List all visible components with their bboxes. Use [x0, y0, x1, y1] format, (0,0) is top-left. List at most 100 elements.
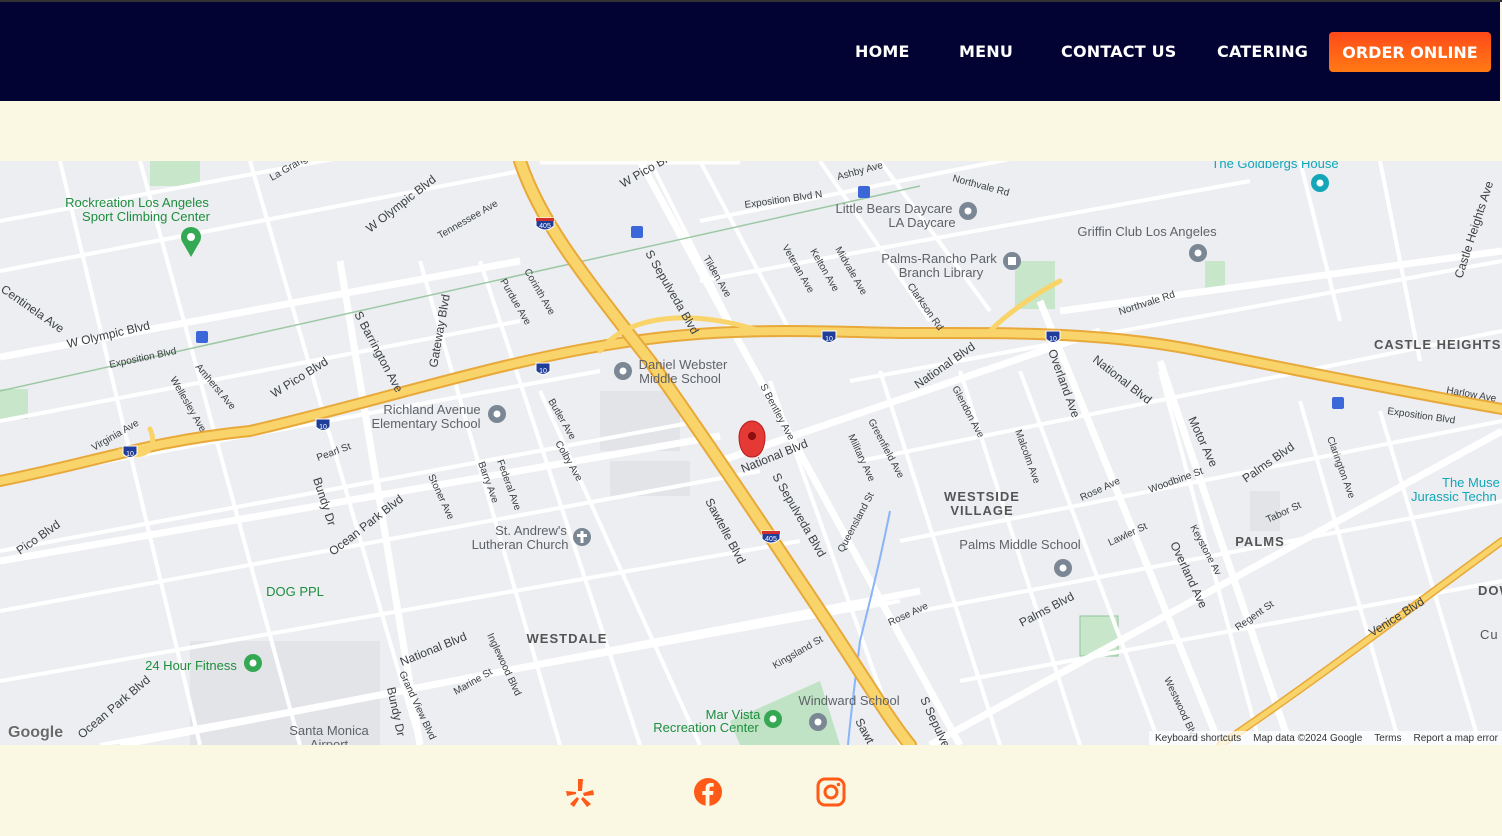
goldbergs-label: The Goldbergs House	[1211, 161, 1338, 171]
poi-pin-icon[interactable]	[809, 713, 827, 731]
svg-text:Exposition Blvd: Exposition Blvd	[1387, 406, 1456, 426]
svg-text:W Olympic Blvd: W Olympic Blvd	[363, 172, 438, 235]
poi-pin-icon[interactable]	[1311, 174, 1329, 192]
windward-label: Windward School	[798, 693, 899, 708]
keyboard-shortcuts-link[interactable]: Keyboard shortcuts	[1155, 733, 1241, 744]
mar-vista-label: Recreation Center	[653, 720, 759, 735]
report-error-link[interactable]: Report a map error	[1414, 733, 1498, 744]
map-canvas[interactable]: 405 405 10 10 10 10 10 Rockreation Los A…	[0, 161, 1502, 745]
svg-text:Ashby Ave: Ashby Ave	[836, 161, 885, 183]
little-bears-label: Little Bears Daycare	[835, 201, 952, 216]
i405-shield: 405	[761, 530, 781, 544]
poi-pin-icon[interactable]	[181, 227, 201, 257]
social-links	[0, 745, 1502, 836]
yelp-icon[interactable]	[566, 777, 594, 807]
svg-text:W Pico Blvd: W Pico Blvd	[268, 354, 330, 400]
svg-text:Northvale Rd: Northvale Rd	[951, 173, 1010, 199]
palms-label: PALMS	[1235, 534, 1285, 549]
poi-pin-icon[interactable]	[764, 710, 782, 728]
poi-pin-icon[interactable]	[573, 528, 591, 546]
map-attribution-bar: Keyboard shortcuts Map data ©2024 Google…	[1148, 731, 1502, 745]
webster-label: Middle School	[639, 371, 721, 386]
svg-text:Malcolm Ave: Malcolm Ave	[1012, 428, 1042, 485]
svg-text:10: 10	[825, 336, 833, 343]
map-data-text: Map data ©2024 Google	[1253, 732, 1363, 744]
dow-label: DOW	[1478, 583, 1502, 598]
poi-pin-icon[interactable]	[959, 202, 977, 220]
svg-text:Exposition Blvd N: Exposition Blvd N	[744, 189, 823, 211]
svg-text:Exposition Blvd: Exposition Blvd	[108, 346, 177, 371]
i10-shield: 10	[315, 418, 331, 431]
westside-label: WESTSIDE	[944, 489, 1020, 504]
nav-contact-us[interactable]: CONTACT US	[1061, 42, 1177, 61]
library-label: Palms-Rancho Park	[881, 251, 997, 266]
i10-shield: 10	[122, 445, 138, 458]
facebook-icon[interactable]	[693, 777, 723, 807]
google-logo: Google	[8, 724, 64, 741]
svg-text:405: 405	[539, 223, 551, 230]
westdale-label: WESTDALE	[527, 631, 608, 646]
nav-menu[interactable]: MENU	[959, 42, 1013, 61]
poi-pin-icon[interactable]	[1003, 252, 1021, 270]
svg-text:Kingsland St: Kingsland St	[771, 634, 825, 672]
order-online-button[interactable]: ORDER ONLINE	[1329, 32, 1491, 72]
svg-text:National Blvd: National Blvd	[398, 629, 469, 668]
santa-monica-label: Santa Monica	[289, 723, 369, 738]
little-bears-label: LA Daycare	[888, 215, 955, 230]
richland-label: Elementary School	[371, 416, 480, 431]
castle-heights-label: CASTLE HEIGHTS	[1374, 337, 1501, 352]
westside-label: VILLAGE	[950, 503, 1013, 518]
svg-text:10: 10	[319, 424, 327, 431]
svg-text:10: 10	[539, 368, 547, 375]
st-andrews-label: St. Andrew's	[495, 523, 567, 538]
museum-label: Jurassic Techn	[1411, 489, 1497, 504]
dog-ppl-label: DOG PPL	[266, 584, 324, 599]
nav-home[interactable]: HOME	[855, 42, 910, 61]
svg-text:W Olympic Blvd: W Olympic Blvd	[66, 318, 152, 351]
library-label: Branch Library	[899, 265, 984, 280]
fitness-label: 24 Hour Fitness	[145, 658, 237, 673]
svg-text:Sawt: Sawt	[852, 716, 877, 745]
location-pin-icon[interactable]	[738, 420, 766, 458]
svg-text:405: 405	[765, 536, 777, 543]
poi-pin-icon[interactable]	[244, 654, 262, 672]
i10-shield: 10	[535, 362, 551, 375]
svg-text:Palms Blvd: Palms Blvd	[1017, 589, 1077, 630]
griffin-label: Griffin Club Los Angeles	[1077, 224, 1217, 239]
svg-text:W Pico Blvd: W Pico Blvd	[618, 161, 681, 191]
i405-shield: 405	[535, 217, 555, 231]
svg-text:Northvale Rd: Northvale Rd	[1118, 289, 1177, 317]
svg-text:Clarington Ave: Clarington Ave	[1324, 435, 1357, 500]
svg-text:Amherst Ave: Amherst Ave	[193, 362, 238, 413]
richland-label: Richland Avenue	[383, 402, 480, 417]
cu-label: Cu	[1480, 627, 1499, 642]
palms-middle-label: Palms Middle School	[959, 537, 1080, 552]
svg-text:Federal Ave: Federal Ave	[494, 458, 523, 512]
svg-text:Ocean Park Blvd: Ocean Park Blvd	[75, 673, 153, 742]
park-area	[150, 161, 200, 186]
svg-text:Clarkson Rd: Clarkson Rd	[905, 281, 946, 332]
svg-text:10: 10	[1049, 336, 1057, 343]
rockreation-label: Rockreation Los Angeles	[65, 195, 209, 210]
poi-pin-icon[interactable]	[1189, 244, 1207, 262]
museum-label: The Muse	[1442, 475, 1500, 490]
embedded-map[interactable]: 405 405 10 10 10 10 10 Rockreation Los A…	[0, 161, 1502, 745]
svg-text:Tennessee Ave: Tennessee Ave	[436, 198, 500, 242]
top-navigation: HOME MENU CONTACT US CATERING ORDER ONLI…	[0, 2, 1500, 101]
svg-text:National Blvd: National Blvd	[1090, 352, 1154, 407]
i10-shield: 10	[821, 330, 837, 343]
i10-shield: 10	[1045, 330, 1061, 343]
nav-catering[interactable]: CATERING	[1217, 42, 1308, 61]
poi-pin-icon[interactable]	[614, 362, 632, 380]
santa-monica-label: Airport	[310, 737, 349, 745]
rockreation-label: Sport Climbing Center	[82, 209, 211, 224]
instagram-icon[interactable]	[816, 777, 846, 807]
terms-link[interactable]: Terms	[1374, 733, 1401, 744]
svg-text:10: 10	[126, 451, 134, 458]
svg-text:Rose Ave: Rose Ave	[887, 601, 931, 629]
webster-label: Daniel Webster	[639, 357, 728, 372]
st-andrews-label: Lutheran Church	[472, 537, 569, 552]
poi-pin-icon[interactable]	[1054, 559, 1072, 577]
poi-pin-icon[interactable]	[488, 405, 506, 423]
svg-text:Inglewood Blvd: Inglewood Blvd	[484, 632, 523, 698]
